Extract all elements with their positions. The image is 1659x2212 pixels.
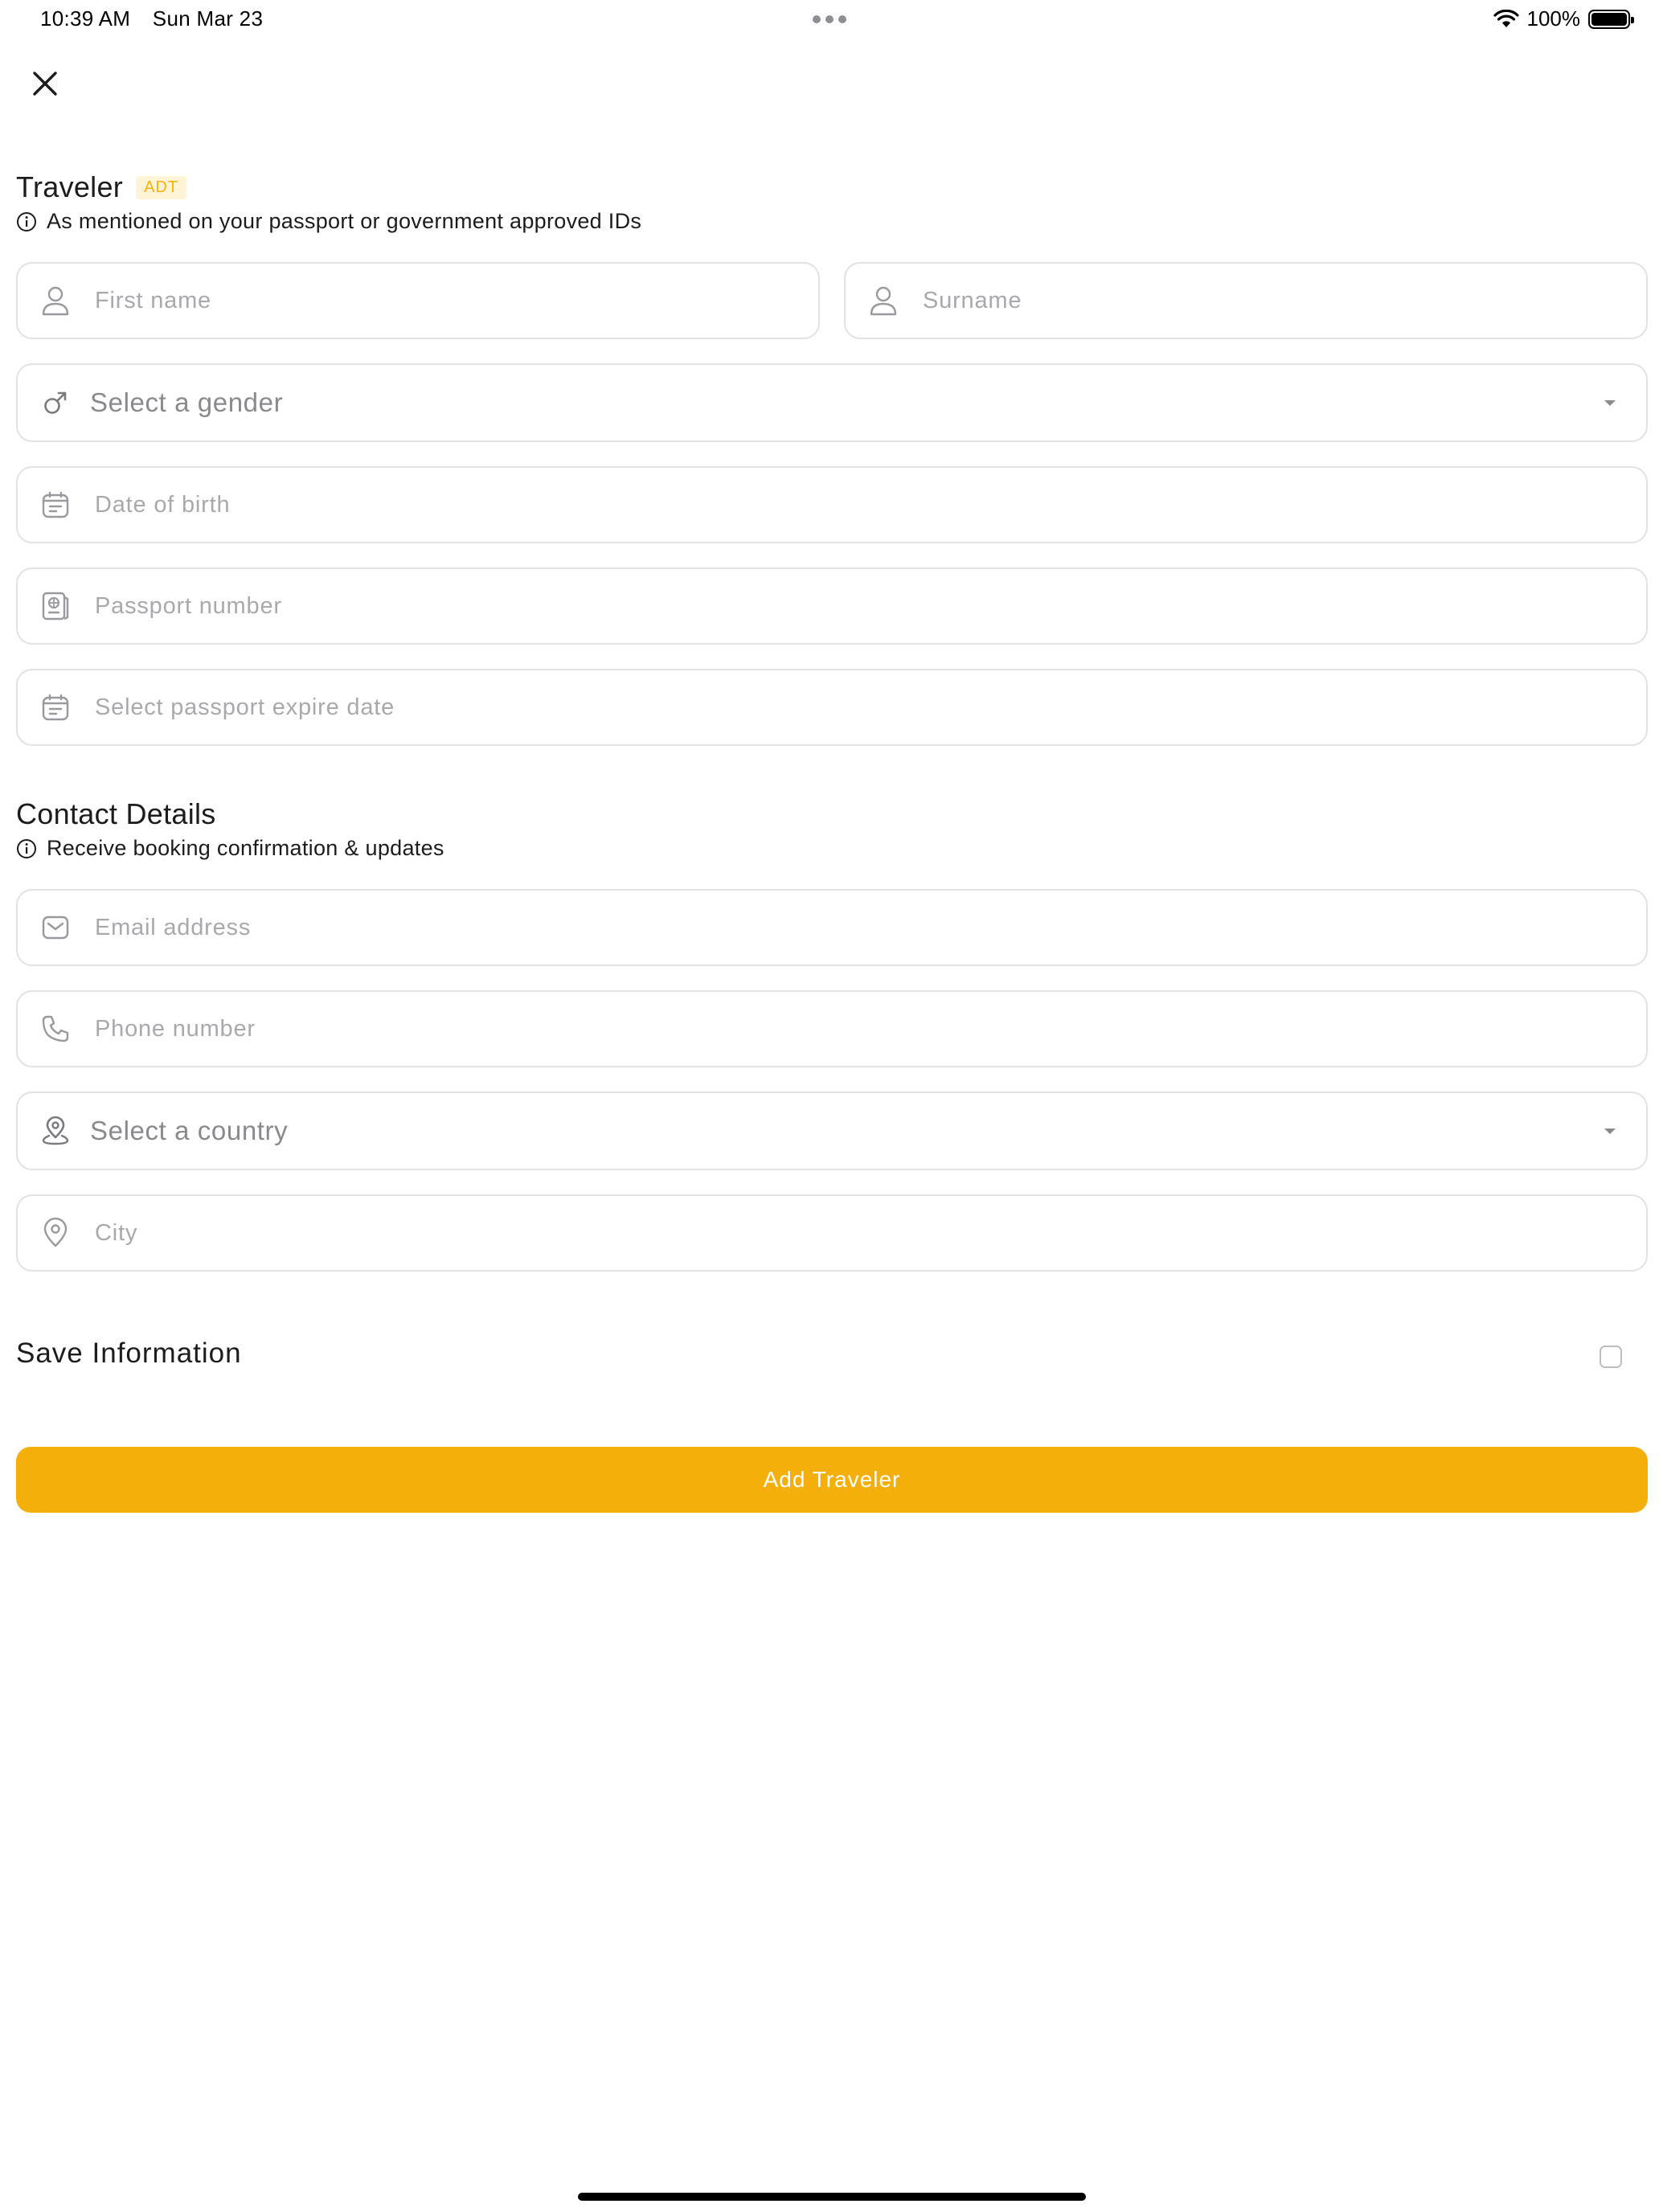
calendar-icon	[39, 488, 72, 522]
gender-placeholder: Select a gender	[90, 387, 284, 417]
first-name-field[interactable]: First name	[16, 262, 820, 339]
contact-subtitle: Receive booking confirmation & updates	[47, 836, 444, 860]
first-name-placeholder: First name	[95, 287, 211, 313]
status-time: 10:39 AM	[40, 6, 131, 31]
country-select[interactable]: Select a country	[16, 1092, 1648, 1170]
multitasking-dots-icon[interactable]	[813, 15, 846, 23]
gender-select[interactable]: Select a gender	[16, 363, 1648, 442]
contact-title: Contact Details	[16, 797, 216, 830]
traveler-subtitle: As mentioned on your passport or governm…	[47, 209, 642, 233]
email-placeholder: Email address	[95, 914, 252, 940]
country-placeholder: Select a country	[90, 1116, 289, 1145]
traveler-subtitle-row: As mentioned on your passport or governm…	[16, 209, 641, 234]
contact-section-title: Contact Details	[16, 797, 216, 831]
date-of-birth-field[interactable]: Date of birth	[16, 466, 1648, 543]
traveler-title: Traveler	[16, 170, 124, 203]
status-indicators: 100%	[1493, 6, 1634, 31]
add-traveler-button[interactable]: Add Traveler	[16, 1447, 1648, 1513]
status-bar: 10:39 AM Sun Mar 23 100%	[0, 0, 1659, 39]
add-traveler-screen: 10:39 AM Sun Mar 23 100% Traveler ADT As…	[0, 0, 1659, 2212]
passport-number-placeholder: Passport number	[95, 592, 282, 619]
user-icon	[866, 284, 900, 317]
info-icon	[17, 211, 36, 231]
map-pin-icon	[39, 1114, 72, 1148]
chevron-down-icon	[1604, 1129, 1616, 1134]
battery-icon	[1588, 9, 1634, 29]
contact-subtitle-row: Receive booking confirmation & updates	[16, 836, 444, 861]
info-icon	[17, 838, 36, 858]
close-icon	[33, 72, 57, 96]
email-field[interactable]: Email address	[16, 889, 1648, 966]
location-pin-icon	[39, 1216, 72, 1250]
user-icon	[39, 284, 72, 317]
status-date: Sun Mar 23	[152, 6, 264, 31]
surname-field[interactable]: Surname	[844, 262, 1648, 339]
phone-icon	[39, 1012, 72, 1046]
save-information-checkbox[interactable]	[1600, 1346, 1622, 1368]
traveler-section-title: Traveler ADT	[16, 170, 187, 204]
phone-placeholder: Phone number	[95, 1015, 256, 1042]
passport-expiry-field[interactable]: Select passport expire date	[16, 669, 1648, 746]
home-indicator[interactable]	[578, 2193, 1086, 2201]
status-time-date: 10:39 AM Sun Mar 23	[40, 6, 263, 31]
surname-placeholder: Surname	[923, 287, 1022, 313]
save-information-label: Save Information	[16, 1337, 242, 1369]
close-button[interactable]	[24, 63, 66, 104]
chevron-down-icon	[1604, 400, 1616, 406]
battery-percent: 100%	[1526, 6, 1581, 31]
passport-number-field[interactable]: Passport number	[16, 567, 1648, 645]
city-field[interactable]: City	[16, 1194, 1648, 1272]
date-of-birth-placeholder: Date of birth	[95, 491, 231, 518]
phone-field[interactable]: Phone number	[16, 990, 1648, 1067]
passport-icon	[39, 589, 72, 623]
wifi-icon	[1493, 9, 1519, 27]
mail-icon	[39, 911, 72, 944]
city-placeholder: City	[95, 1219, 138, 1246]
passenger-type-badge: ADT	[136, 175, 187, 199]
gender-male-icon	[39, 386, 72, 420]
passport-expiry-placeholder: Select passport expire date	[95, 694, 395, 720]
calendar-icon	[39, 690, 72, 724]
